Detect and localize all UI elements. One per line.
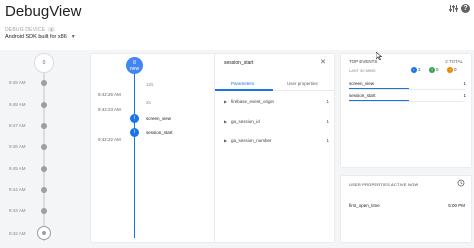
expand-icon[interactable]: ▶ <box>224 138 227 143</box>
stat-info: i2 <box>411 67 421 73</box>
top-events-subtitle: LAST 30 MINS <box>349 68 376 73</box>
device-select[interactable]: Android SDK built for x86 ▼ <box>5 34 76 40</box>
tune-icon[interactable] <box>449 4 458 13</box>
user-property-value: 5:00 PM <box>448 203 465 208</box>
new-events-bubble[interactable]: 8 new <box>126 57 143 74</box>
new-events-label: new <box>129 66 140 72</box>
page-title: DebugView <box>5 3 82 20</box>
minute-dot[interactable] <box>41 208 47 214</box>
seconds-timeline-line <box>134 70 135 238</box>
history-icon[interactable] <box>457 179 465 189</box>
current-minute-marker[interactable] <box>37 226 51 240</box>
seconds-time-label: 9:42:23 AM <box>98 107 121 112</box>
minute-label: 9:45 AM <box>9 166 26 171</box>
stat-info-value: 2 <box>418 67 421 73</box>
top-events-total: 2 TOTAL <box>445 59 463 64</box>
tab-user-properties[interactable]: User properties <box>287 81 318 86</box>
minute-label: 9:42 AM <box>9 231 26 236</box>
seconds-gap-label: 12s <box>146 82 154 87</box>
current-minute-dot <box>42 231 46 235</box>
minute-dot[interactable] <box>41 187 47 193</box>
stat-warning-value: 0 <box>436 67 439 73</box>
info-icon: i <box>411 67 417 73</box>
top-events-card: TOP EVENTS 2 TOTAL LAST 30 MINS i2 ! 0 ! 0… <box>341 54 471 167</box>
minute-dot[interactable] <box>41 123 47 129</box>
divider <box>349 101 465 102</box>
top-event-screen-view[interactable]: screen_view <box>349 81 374 86</box>
top-event-count: 1 <box>463 81 466 86</box>
header-actions: ? <box>449 4 470 13</box>
param-count: 1 <box>326 99 329 104</box>
event-detail-panel: session_start ✕ Parameters User properti… <box>214 54 335 242</box>
minutes-timeline-line <box>43 63 45 241</box>
stat-error-value: 0 <box>454 67 457 73</box>
minutes-stream: 0 9:49 AM 9:48 AM 9:47 AM 9:46 AM 9:45 A… <box>0 50 88 248</box>
error-icon: ! <box>447 67 453 73</box>
minute-label: 9:47 AM <box>9 123 26 128</box>
minute-label: 9:49 AM <box>9 80 26 85</box>
dropdown-caret-icon: ▼ <box>70 34 76 40</box>
debug-device-label-text: DEBUG DEVICE <box>5 27 46 33</box>
expand-icon[interactable]: ▶ <box>224 99 227 104</box>
event-item-screen-view[interactable]: screen_view <box>146 116 171 121</box>
user-property-name: first_open_time <box>349 203 380 208</box>
event-info-icon: i <box>130 128 139 137</box>
detail-tabs: Parameters User properties <box>215 77 335 91</box>
param-name[interactable]: ga_session_number <box>231 138 272 143</box>
param-count: 1 <box>326 119 329 124</box>
debug-device-label: DEBUG DEVICE 1 <box>5 27 55 33</box>
close-icon[interactable]: ✕ <box>320 58 326 66</box>
tab-parameters[interactable]: Parameters <box>231 81 254 86</box>
help-icon[interactable]: ? <box>461 4 470 13</box>
minute-label: 9:48 AM <box>9 102 26 107</box>
minute-dot[interactable] <box>41 166 47 172</box>
user-properties-card: USER PROPERTIES ACTIVE NOW first_open_ti… <box>341 176 471 242</box>
seconds-time-label: 9:42:26 AM <box>98 92 121 97</box>
divider <box>349 89 465 90</box>
active-tab-indicator <box>215 89 273 91</box>
minute-label: 9:43 AM <box>9 208 26 213</box>
stat-error: ! 0 <box>447 67 457 73</box>
minute-label: 9:44 AM <box>9 187 26 192</box>
minute-label: 9:46 AM <box>9 144 26 149</box>
event-info-icon: i <box>130 114 139 123</box>
minute-dot[interactable] <box>41 102 47 108</box>
device-count-badge: 1 <box>48 27 55 32</box>
user-properties-title: USER PROPERTIES ACTIVE NOW <box>349 182 419 187</box>
warning-icon: ! <box>429 67 435 73</box>
stat-warning: ! 0 <box>429 67 439 73</box>
mouse-cursor-icon <box>375 51 383 62</box>
seconds-gap-label: 2s <box>146 100 151 105</box>
event-detail-title: session_start <box>224 60 254 66</box>
minute-dot[interactable] <box>41 144 47 150</box>
param-count: 1 <box>326 138 329 143</box>
seconds-time-label: 9:42:22 AM <box>98 137 121 142</box>
minute-dot[interactable] <box>41 80 47 86</box>
top-events-title: TOP EVENTS <box>349 59 378 64</box>
top-event-session-start[interactable]: session_start <box>349 93 376 98</box>
device-select-value: Android SDK built for x86 <box>5 34 67 40</box>
app-header: DebugView ? DEBUG DEVICE 1 Android SDK bu… <box>0 0 474 50</box>
event-item-session-start[interactable]: session_start <box>146 130 173 135</box>
expand-icon[interactable]: ▶ <box>224 119 227 124</box>
minutes-top-marker[interactable]: 0 <box>34 53 54 73</box>
param-name[interactable]: ga_session_id <box>231 119 260 124</box>
param-name[interactable]: firebase_event_origin <box>231 99 274 104</box>
top-event-count: 1 <box>463 93 466 98</box>
